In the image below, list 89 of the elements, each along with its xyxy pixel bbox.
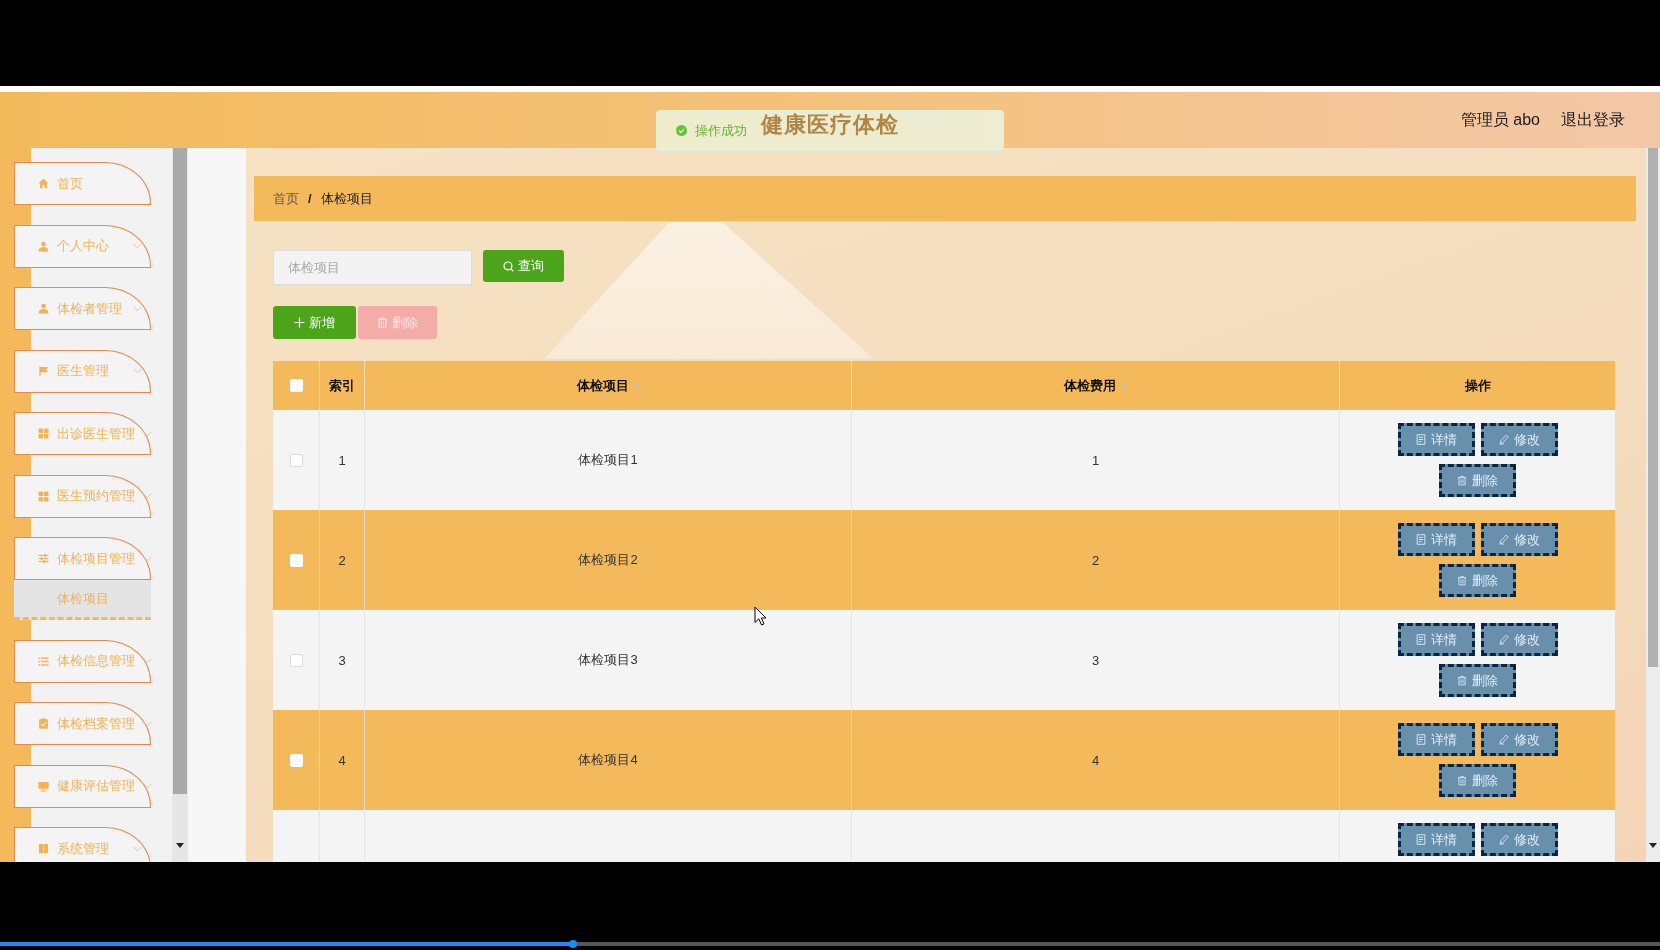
arrow-down-icon[interactable] bbox=[176, 843, 184, 848]
row-checkbox[interactable] bbox=[289, 453, 303, 467]
search-button[interactable]: 查询 bbox=[483, 250, 564, 282]
grid-icon bbox=[38, 490, 49, 502]
trash-icon bbox=[1457, 475, 1467, 486]
home-icon bbox=[38, 178, 49, 189]
scrollbar-thumb[interactable] bbox=[1648, 148, 1658, 667]
sidebar-item[interactable]: 个人中心 bbox=[14, 224, 151, 268]
grid-icon bbox=[38, 428, 49, 439]
table-cell: 3 bbox=[1091, 652, 1100, 668]
breadcrumb-current: 体检项目 bbox=[320, 189, 373, 208]
edit-button[interactable]: 修改 bbox=[1480, 623, 1558, 656]
table-cell: 1 bbox=[338, 452, 346, 468]
table-cell: 体检项目4 bbox=[578, 751, 638, 769]
detail-button[interactable]: 详情 bbox=[1397, 723, 1475, 756]
sidebar-item[interactable]: 首页 bbox=[14, 162, 151, 205]
delete-button[interactable]: 删除 bbox=[1439, 464, 1516, 497]
table-cell: 3 bbox=[338, 652, 346, 668]
book-icon bbox=[38, 843, 49, 854]
user-label: 管理员 abo bbox=[1460, 109, 1540, 130]
user-icon bbox=[38, 303, 49, 314]
table-cell: 4 bbox=[1091, 752, 1100, 768]
sidebar-item[interactable]: 出诊医生管理 bbox=[14, 412, 151, 455]
table-cell: 2 bbox=[1091, 552, 1100, 568]
pencil-icon bbox=[1498, 434, 1509, 445]
edit-button[interactable]: 修改 bbox=[1480, 723, 1558, 756]
trash-icon bbox=[1457, 575, 1467, 586]
scrollbar[interactable] bbox=[172, 148, 188, 862]
column-header: 操作 bbox=[1463, 376, 1492, 395]
document-icon bbox=[1415, 434, 1426, 445]
select-all-checkbox[interactable] bbox=[289, 379, 303, 392]
document-icon bbox=[1415, 634, 1426, 645]
plus-icon bbox=[294, 317, 305, 328]
clipboard-check-icon bbox=[38, 718, 49, 729]
table-cell: 2 bbox=[338, 552, 346, 568]
pencil-icon bbox=[1498, 834, 1509, 845]
pencil-icon bbox=[1498, 534, 1509, 545]
detail-button[interactable]: 详情 bbox=[1397, 523, 1475, 556]
pencil-icon bbox=[1498, 734, 1509, 745]
edit-button[interactable]: 修改 bbox=[1480, 523, 1558, 556]
search-field[interactable]: 体检项目 bbox=[273, 250, 472, 285]
row-checkbox[interactable] bbox=[289, 653, 303, 667]
table-cell: 体检项目2 bbox=[578, 551, 638, 569]
sliders-icon bbox=[38, 553, 49, 564]
edit-button[interactable]: 修改 bbox=[1480, 423, 1558, 456]
sidebar-item[interactable]: 体检信息管理 bbox=[14, 639, 151, 683]
edit-button[interactable]: 修改 bbox=[1480, 823, 1558, 856]
breadcrumb-separator: / bbox=[308, 191, 312, 206]
app-title: 健康医疗体检 bbox=[761, 111, 899, 139]
flag-icon bbox=[38, 365, 49, 377]
trash-icon bbox=[1457, 775, 1467, 786]
detail-button[interactable]: 详情 bbox=[1397, 423, 1475, 456]
sidebar-item[interactable]: 系统管理 bbox=[14, 827, 151, 862]
monitor-icon bbox=[38, 780, 49, 792]
delete-button[interactable]: 删除 bbox=[1439, 664, 1516, 697]
user-icon bbox=[38, 240, 49, 252]
arrow-down-icon[interactable] bbox=[1649, 843, 1657, 848]
scrollbar[interactable] bbox=[1646, 148, 1660, 862]
check-circle-icon bbox=[676, 125, 687, 136]
document-icon bbox=[1415, 734, 1426, 745]
video-progress-track[interactable] bbox=[0, 942, 1660, 946]
detail-button[interactable]: 详情 bbox=[1397, 823, 1475, 856]
sidebar-item[interactable]: 体检者管理 bbox=[14, 287, 151, 330]
pencil-icon bbox=[1498, 634, 1509, 645]
table-cell: 体检项目3 bbox=[578, 651, 638, 669]
detail-button[interactable]: 详情 bbox=[1397, 623, 1475, 656]
toast-text: 操作成功 bbox=[695, 121, 747, 140]
sidebar-item[interactable]: 医生管理 bbox=[14, 349, 151, 393]
add-button[interactable]: 新增 bbox=[273, 306, 356, 339]
sidebar-item[interactable]: 体检项目管理 bbox=[14, 537, 151, 580]
list-icon bbox=[38, 655, 49, 667]
sidebar-item[interactable]: 医生预约管理 bbox=[14, 474, 151, 518]
sidebar-item[interactable]: 健康评估管理 bbox=[14, 764, 151, 808]
logout-link[interactable]: 退出登录 bbox=[1561, 109, 1625, 131]
delete-button[interactable]: 删除 bbox=[1439, 764, 1516, 797]
delete-button[interactable]: 删除 bbox=[1439, 564, 1516, 597]
document-icon bbox=[1415, 834, 1426, 845]
table-cell: 体检项目1 bbox=[578, 451, 638, 469]
scrollbar-thumb[interactable] bbox=[173, 148, 187, 794]
document-icon bbox=[1415, 534, 1426, 545]
trash-icon bbox=[1457, 675, 1467, 686]
table-cell: 4 bbox=[338, 752, 346, 768]
trash-icon bbox=[377, 317, 388, 328]
submenu-item[interactable]: 体检项目 bbox=[14, 580, 151, 620]
sidebar-item[interactable]: 体检档案管理 bbox=[14, 702, 151, 745]
table-cell: 1 bbox=[1091, 452, 1100, 468]
breadcrumb-link[interactable]: 首页 bbox=[273, 189, 299, 208]
progress-handle[interactable] bbox=[568, 940, 577, 948]
search-icon bbox=[503, 260, 514, 272]
